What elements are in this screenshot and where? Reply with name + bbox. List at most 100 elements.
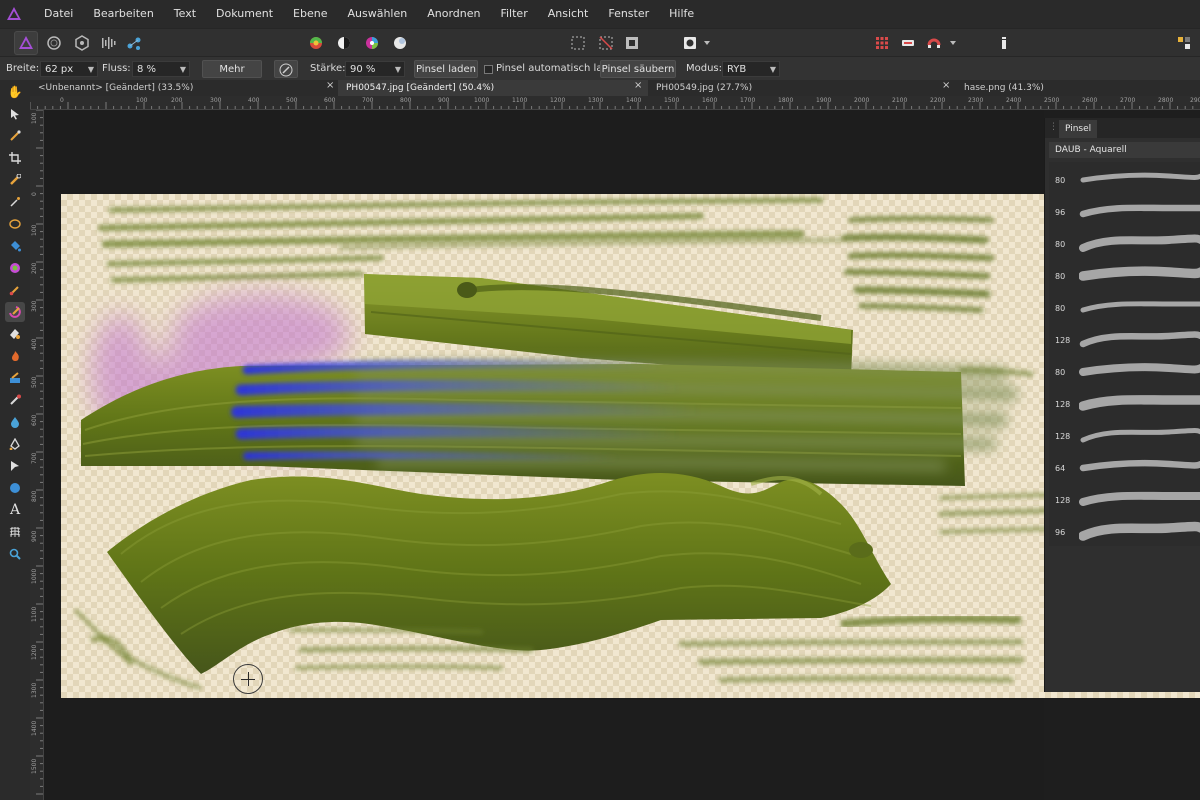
brush-item[interactable]: 80: [1049, 258, 1200, 290]
quick-mask-icon[interactable]: [678, 31, 702, 55]
canvas-viewport[interactable]: [44, 110, 1200, 800]
view-tool-hand-icon[interactable]: ✋: [5, 82, 25, 102]
brush-category-select[interactable]: DAUB - Aquarell: [1049, 142, 1200, 158]
brush-item[interactable]: 96: [1049, 514, 1200, 546]
marquee-selection-icon[interactable]: [566, 31, 590, 55]
snapping-dropdown-icon[interactable]: [946, 31, 960, 55]
brush-item[interactable]: 128: [1049, 482, 1200, 514]
color-picker-icon[interactable]: [5, 126, 25, 146]
export-persona-icon[interactable]: [122, 31, 146, 55]
red-eye-tool-icon[interactable]: [5, 390, 25, 410]
mode-dropdown-icon[interactable]: ▼: [770, 62, 776, 78]
strength-dropdown-icon[interactable]: ▼: [395, 62, 401, 78]
mode-select[interactable]: RYB ▼: [722, 61, 780, 77]
brush-item[interactable]: 80: [1049, 226, 1200, 258]
develop-persona-icon[interactable]: [70, 31, 94, 55]
arrange-panels-icon[interactable]: [1172, 31, 1196, 55]
photo-persona-icon[interactable]: [14, 31, 38, 55]
snapping-grid-icon[interactable]: [870, 31, 894, 55]
menu-dokument[interactable]: Dokument: [206, 0, 283, 28]
move-tool-icon[interactable]: [5, 104, 25, 124]
mesh-warp-icon[interactable]: [5, 522, 25, 542]
brush-size-label: 96: [1055, 528, 1066, 537]
clone-brush-icon[interactable]: [5, 324, 25, 344]
horizontal-ruler[interactable]: 0 100 200 300 400 500 600 700 800 900 10…: [30, 96, 1200, 110]
pen-tool-icon[interactable]: [5, 434, 25, 454]
brush-item[interactable]: 128: [1049, 386, 1200, 418]
zoom-tool-icon[interactable]: [5, 544, 25, 564]
flood-select-icon[interactable]: [5, 192, 25, 212]
ruler-h-label: 1900: [816, 97, 832, 104]
brush-item[interactable]: 80: [1049, 290, 1200, 322]
flow-dropdown-icon[interactable]: ▼: [180, 62, 186, 78]
flood-fill-icon[interactable]: [5, 236, 25, 256]
ruler-v-label: 1200: [31, 644, 38, 660]
menu-bearbeiten[interactable]: Bearbeiten: [83, 0, 163, 28]
flow-field[interactable]: 8 % ▼: [132, 61, 190, 77]
auto-colors-icon[interactable]: [360, 31, 384, 55]
menu-auswaehlen[interactable]: Auswählen: [337, 0, 417, 28]
brush-item[interactable]: 80: [1049, 354, 1200, 386]
menu-hilfe[interactable]: Hilfe: [659, 0, 704, 28]
menu-ebene[interactable]: Ebene: [283, 0, 337, 28]
tab-close-icon[interactable]: ×: [942, 80, 950, 91]
tone-mapping-persona-icon[interactable]: [96, 31, 120, 55]
menu-filter[interactable]: Filter: [490, 0, 537, 28]
auto-load-brush-checkbox[interactable]: [484, 65, 493, 74]
brush-item[interactable]: 128: [1049, 418, 1200, 450]
text-tool-icon[interactable]: A: [5, 500, 25, 520]
tab-pinsel[interactable]: Pinsel: [1059, 120, 1098, 138]
brush-item[interactable]: 64: [1049, 450, 1200, 482]
crop-tool-icon[interactable]: [5, 148, 25, 168]
burn-tool-icon[interactable]: [5, 346, 25, 366]
invert-selection-icon[interactable]: [620, 31, 644, 55]
gradient-tool-icon[interactable]: [5, 258, 25, 278]
quick-mask-dropdown-icon[interactable]: [700, 31, 714, 55]
inpainting-brush-icon[interactable]: [5, 368, 25, 388]
brush-item[interactable]: 96: [1049, 194, 1200, 226]
brush-list[interactable]: 80 96 80 80 80 128 80 128 128 64 128 96: [1049, 162, 1200, 546]
clean-brush-button[interactable]: Pinsel säubern: [600, 60, 676, 78]
menu-fenster[interactable]: Fenster: [598, 0, 659, 28]
paint-brush-icon[interactable]: [5, 280, 25, 300]
load-brush-button[interactable]: Pinsel laden: [414, 60, 478, 78]
selection-brush-icon[interactable]: [5, 170, 25, 190]
mixer-brush-icon[interactable]: [5, 302, 25, 322]
snapping-magnet-icon[interactable]: [922, 31, 946, 55]
brush-pressure-button[interactable]: [274, 60, 298, 78]
tab-label: PH00547.jpg [Geändert] (50.4%): [346, 83, 495, 93]
auto-white-balance-icon[interactable]: [388, 31, 412, 55]
width-dropdown-icon[interactable]: ▼: [88, 62, 94, 78]
tab-unbenannt[interactable]: <Unbenannt> [Geändert] (33.5%): [30, 80, 338, 96]
app-logo-icon[interactable]: [0, 0, 28, 28]
tab-ph00549[interactable]: PH00549.jpg (27.7%): [648, 80, 956, 96]
tab-hase[interactable]: hase.png (41.3%): [956, 80, 1200, 96]
assistant-icon[interactable]: [896, 31, 920, 55]
menu-text[interactable]: Text: [164, 0, 206, 28]
brush-size-label: 80: [1055, 272, 1066, 281]
info-icon[interactable]: [992, 31, 1016, 55]
brush-item[interactable]: 128: [1049, 322, 1200, 354]
menu-datei[interactable]: Datei: [34, 0, 83, 28]
ellipse-tool-icon[interactable]: [5, 478, 25, 498]
liquify-persona-icon[interactable]: [42, 31, 66, 55]
vertical-ruler[interactable]: 100 0 100 200 300 400 500 600 700 800 90…: [30, 110, 44, 800]
menu-anordnen[interactable]: Anordnen: [417, 0, 490, 28]
more-button[interactable]: Mehr: [202, 60, 262, 78]
ruler-h-label: 2300: [968, 97, 984, 104]
menu-ansicht[interactable]: Ansicht: [538, 0, 599, 28]
auto-levels-icon[interactable]: [304, 31, 328, 55]
document-canvas[interactable]: [61, 194, 1200, 698]
tab-close-icon[interactable]: ×: [634, 80, 642, 91]
blur-brush-icon[interactable]: [5, 412, 25, 432]
deselect-icon[interactable]: [594, 31, 618, 55]
tab-ph00547[interactable]: PH00547.jpg [Geändert] (50.4%): [338, 80, 648, 96]
node-tool-icon[interactable]: [5, 456, 25, 476]
brush-item[interactable]: 80: [1049, 162, 1200, 194]
tab-close-icon[interactable]: ×: [326, 80, 334, 91]
width-field[interactable]: 62 px ▼: [40, 61, 98, 77]
auto-contrast-icon[interactable]: [332, 31, 356, 55]
ruler-h-label: 2500: [1044, 97, 1060, 104]
ellipse-marquee-icon[interactable]: [5, 214, 25, 234]
strength-field[interactable]: 90 % ▼: [345, 61, 405, 77]
